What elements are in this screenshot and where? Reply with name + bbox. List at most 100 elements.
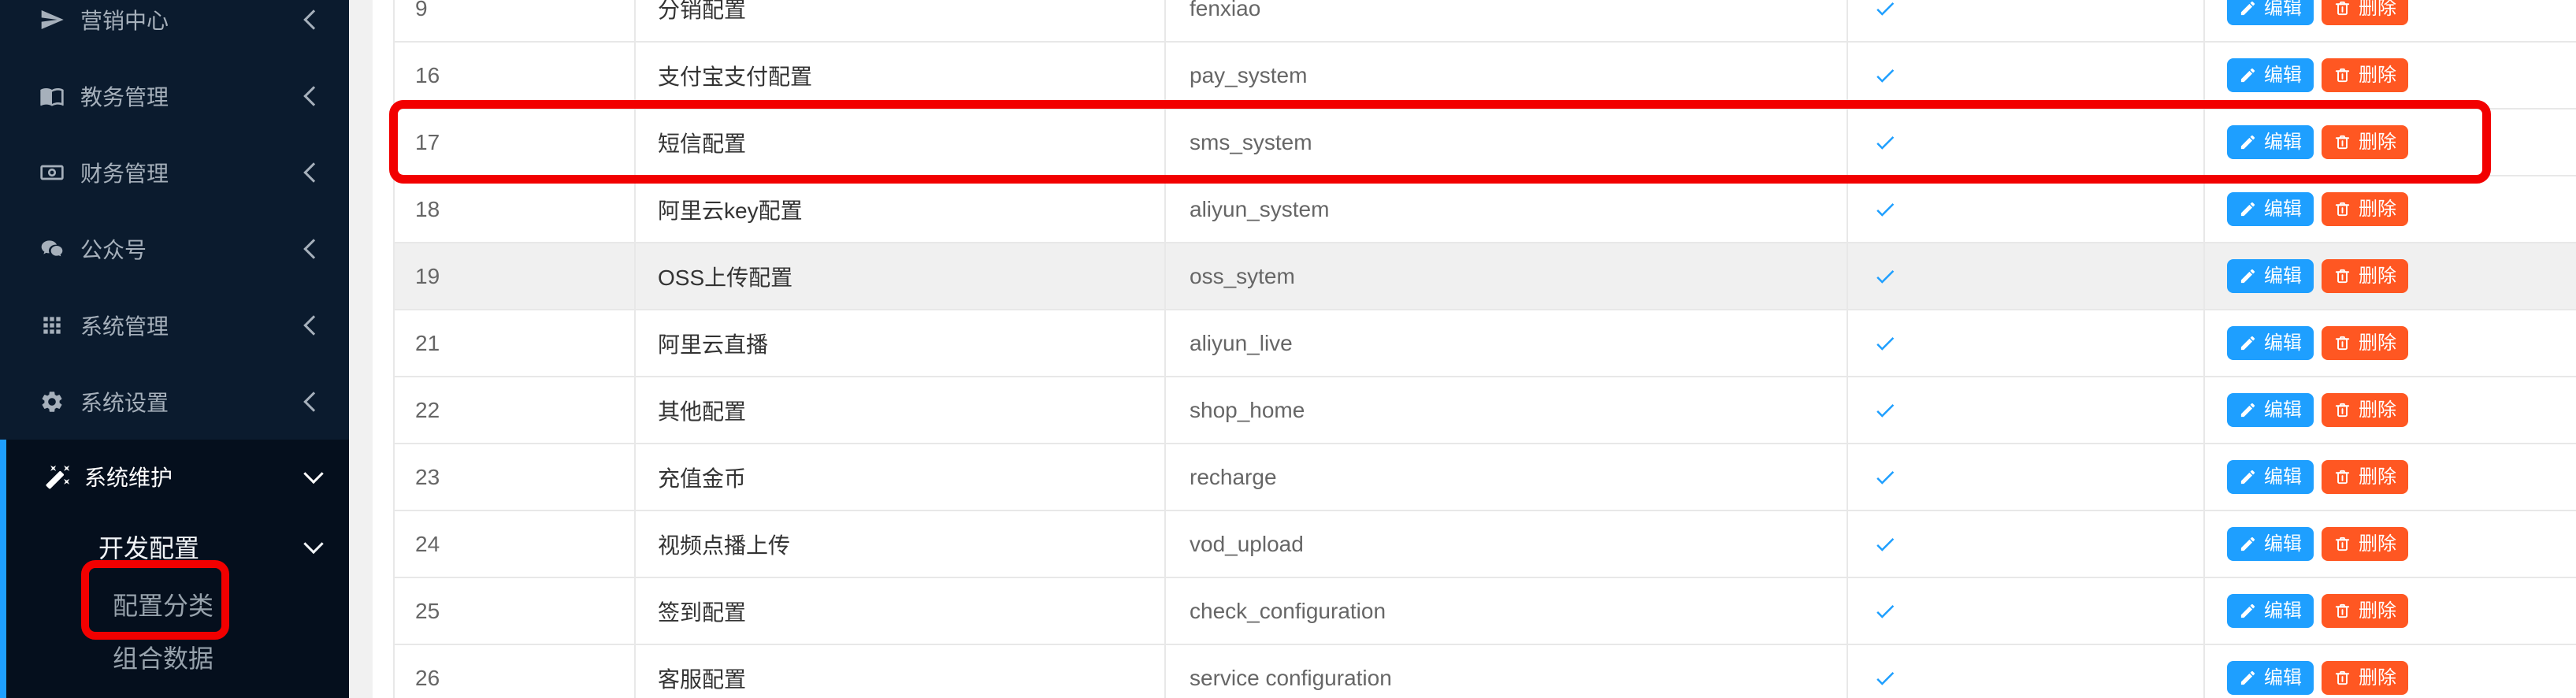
table-row: 18 阿里云key配置 aliyun_system 编辑 删除 (395, 176, 2576, 243)
delete-button[interactable]: 删除 (2322, 192, 2408, 226)
content-panel: 9 分销配置 fenxiao 编辑 删除 16 支付宝支付配置 pay_syst… (373, 0, 2576, 698)
chevron-left-icon (303, 9, 323, 29)
delete-button-label: 删除 (2359, 334, 2396, 353)
chevron-down-icon (303, 464, 323, 484)
cell-name: 其他配置 (636, 377, 1166, 443)
cell-status (1848, 310, 2205, 376)
cell-id: 19 (395, 243, 636, 309)
check-icon (1873, 64, 1897, 87)
sidebar-item-label: 财务管理 (80, 157, 169, 188)
check-icon (1873, 600, 1897, 623)
check-icon (1873, 332, 1897, 355)
pencil-icon (2239, 401, 2257, 419)
table-row: 26 客服配置 service configuration 编辑 删除 (395, 645, 2576, 698)
cell-key: recharge (1166, 444, 1848, 510)
sidebar-item-dev-config[interactable]: 开发配置 (6, 514, 349, 580)
sidebar-item-config-category[interactable]: 配置分类 (6, 580, 349, 629)
delete-button[interactable]: 删除 (2322, 393, 2408, 427)
edit-button[interactable]: 编辑 (2227, 259, 2314, 293)
sidebar: 营销中心 教务管理 财务管理 公众号 (0, 0, 349, 698)
pencil-icon (2239, 267, 2257, 285)
edit-button-label: 编辑 (2264, 401, 2302, 420)
check-icon (1873, 131, 1897, 154)
cell-id: 23 (395, 444, 636, 510)
edit-button-label: 编辑 (2264, 468, 2302, 487)
cell-name: 客服配置 (636, 645, 1166, 698)
delete-button[interactable]: 删除 (2322, 125, 2408, 159)
sidebar-item-label: 系统设置 (80, 386, 169, 418)
cell-actions: 编辑 删除 (2205, 110, 2576, 175)
delete-button-label: 删除 (2359, 669, 2396, 688)
delete-button-label: 删除 (2359, 602, 2396, 621)
edit-button-label: 编辑 (2264, 200, 2302, 219)
edit-button[interactable]: 编辑 (2227, 594, 2314, 628)
table-row: 25 签到配置 check_configuration 编辑 删除 (395, 578, 2576, 645)
delete-button[interactable]: 删除 (2322, 661, 2408, 695)
check-icon (1873, 399, 1897, 422)
pencil-icon (2239, 133, 2257, 151)
cell-actions: 编辑 删除 (2205, 43, 2576, 108)
trash-icon (2333, 66, 2351, 84)
pencil-icon (2239, 66, 2257, 84)
wechat-icon (39, 236, 65, 262)
table-row: 19 OSS上传配置 oss_sytem 编辑 删除 (395, 243, 2576, 310)
delete-button[interactable]: 删除 (2322, 594, 2408, 628)
edit-button[interactable]: 编辑 (2227, 0, 2314, 25)
edit-button[interactable]: 编辑 (2227, 326, 2314, 360)
sidebar-item-label: 教务管理 (80, 80, 169, 112)
delete-button[interactable]: 删除 (2322, 0, 2408, 25)
edit-button[interactable]: 编辑 (2227, 58, 2314, 92)
sidebar-item-label: 配置分类 (113, 586, 213, 622)
delete-button[interactable]: 删除 (2322, 58, 2408, 92)
edit-button[interactable]: 编辑 (2227, 125, 2314, 159)
check-icon (1873, 198, 1897, 221)
cell-name: OSS上传配置 (636, 243, 1166, 309)
sidebar-item-official-account[interactable]: 公众号 (0, 210, 349, 287)
edit-button[interactable]: 编辑 (2227, 393, 2314, 427)
cell-key: fenxiao (1166, 0, 1848, 41)
trash-icon (2333, 401, 2351, 419)
cell-name: 阿里云key配置 (636, 176, 1166, 242)
delete-button[interactable]: 删除 (2322, 259, 2408, 293)
cell-actions: 编辑 删除 (2205, 377, 2576, 443)
cell-name: 支付宝支付配置 (636, 43, 1166, 108)
sidebar-item-system-management[interactable]: 系统管理 (0, 287, 349, 363)
trash-icon (2333, 133, 2351, 151)
cell-actions: 编辑 删除 (2205, 578, 2576, 644)
edit-button[interactable]: 编辑 (2227, 527, 2314, 561)
edit-button[interactable]: 编辑 (2227, 460, 2314, 494)
sidebar-menu: 营销中心 教务管理 财务管理 公众号 (0, 0, 349, 440)
sidebar-item-academic-management[interactable]: 教务管理 (0, 58, 349, 134)
cell-id: 16 (395, 43, 636, 108)
sidebar-item-finance-management[interactable]: 财务管理 (0, 134, 349, 210)
sidebar-item-combined-data[interactable]: 组合数据 (6, 629, 349, 685)
check-icon (1873, 265, 1897, 288)
edit-button-label: 编辑 (2264, 535, 2302, 554)
delete-button[interactable]: 删除 (2322, 527, 2408, 561)
edit-button-label: 编辑 (2264, 267, 2302, 286)
sidebar-item-system-settings[interactable]: 系统设置 (0, 363, 349, 440)
trash-icon (2333, 267, 2351, 285)
cell-name: 阿里云直播 (636, 310, 1166, 376)
sidebar-item-marketing-center[interactable]: 营销中心 (0, 0, 349, 58)
cell-name: 签到配置 (636, 578, 1166, 644)
delete-button[interactable]: 删除 (2322, 460, 2408, 494)
config-table: 9 分销配置 fenxiao 编辑 删除 16 支付宝支付配置 pay_syst… (393, 0, 2576, 698)
chevron-left-icon (303, 315, 323, 335)
delete-button[interactable]: 删除 (2322, 326, 2408, 360)
cell-actions: 编辑 删除 (2205, 511, 2576, 577)
table-row: 17 短信配置 sms_system 编辑 删除 (395, 110, 2576, 176)
sidebar-item-system-maintenance[interactable]: 系统维护 (6, 440, 349, 514)
cell-id: 18 (395, 176, 636, 242)
table-row: 24 视频点播上传 vod_upload 编辑 删除 (395, 511, 2576, 578)
cell-status (1848, 43, 2205, 108)
edit-button-label: 编辑 (2264, 0, 2302, 18)
sidebar-item-label: 系统管理 (80, 310, 169, 341)
pencil-icon (2239, 334, 2257, 352)
edit-button[interactable]: 编辑 (2227, 192, 2314, 226)
edit-button[interactable]: 编辑 (2227, 661, 2314, 695)
check-icon (1873, 666, 1897, 690)
cell-status (1848, 377, 2205, 443)
sidebar-item-label: 营销中心 (80, 4, 169, 35)
check-icon (1873, 0, 1897, 20)
